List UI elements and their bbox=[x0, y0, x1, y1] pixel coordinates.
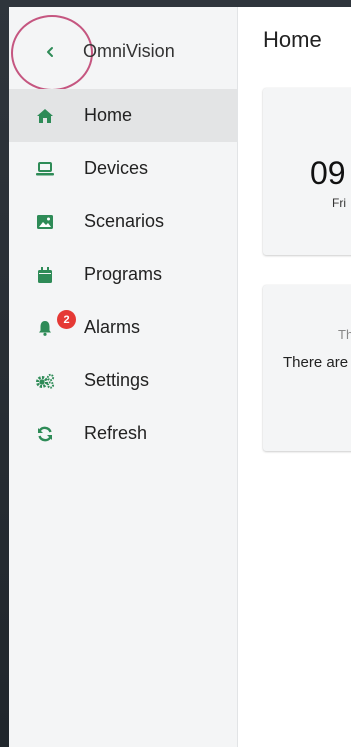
window-frame: OmniVision Home Devices Scenarios Progra… bbox=[0, 0, 351, 747]
sidebar-item-refresh[interactable]: Refresh bbox=[9, 407, 237, 460]
bell-icon bbox=[35, 318, 55, 338]
image-icon bbox=[35, 212, 55, 232]
sidebar-nav: Home Devices Scenarios Programs 2 Alarms… bbox=[9, 89, 237, 460]
sidebar-item-label: Programs bbox=[84, 264, 163, 284]
sidebar-item-label: Refresh bbox=[84, 423, 148, 443]
sidebar-item-label: Home bbox=[84, 105, 133, 125]
sidebar-item-label: Alarms bbox=[84, 317, 141, 337]
app-title: OmniVision bbox=[83, 41, 175, 61]
clock-time: 09 bbox=[310, 155, 346, 191]
page-title: Home bbox=[263, 27, 322, 52]
sidebar: OmniVision Home Devices Scenarios Progra… bbox=[9, 7, 238, 747]
sidebar-item-scenarios[interactable]: Scenarios bbox=[9, 195, 237, 248]
alarms-card-title: Th bbox=[338, 327, 351, 342]
clock-card: 09 Fri bbox=[263, 88, 351, 255]
sidebar-item-label: Devices bbox=[84, 158, 149, 178]
alarms-card-text: There are bbox=[283, 354, 349, 371]
refresh-icon bbox=[35, 424, 55, 444]
alarms-card: Th There are bbox=[263, 285, 351, 451]
calendar-icon bbox=[35, 265, 55, 285]
sidebar-item-alarms[interactable]: 2 Alarms bbox=[9, 301, 237, 354]
sidebar-item-settings[interactable]: Settings bbox=[9, 354, 237, 407]
alarm-count-badge: 2 bbox=[57, 310, 76, 329]
sidebar-item-home[interactable]: Home bbox=[9, 89, 237, 142]
sidebar-item-label: Settings bbox=[84, 370, 150, 390]
sidebar-item-programs[interactable]: Programs bbox=[9, 248, 237, 301]
clock-date: Fri bbox=[332, 196, 346, 210]
home-icon bbox=[35, 106, 55, 126]
main-content: Home 09 Fri Th There are bbox=[238, 7, 351, 747]
sidebar-item-devices[interactable]: Devices bbox=[9, 142, 237, 195]
chevron-left-icon bbox=[47, 47, 53, 57]
sidebar-header: OmniVision bbox=[9, 7, 238, 91]
app-window: OmniVision Home Devices Scenarios Progra… bbox=[9, 7, 351, 747]
gears-icon bbox=[35, 371, 55, 391]
laptop-icon bbox=[35, 159, 55, 179]
sidebar-item-label: Scenarios bbox=[84, 211, 165, 231]
collapse-sidebar-button[interactable] bbox=[36, 38, 64, 66]
